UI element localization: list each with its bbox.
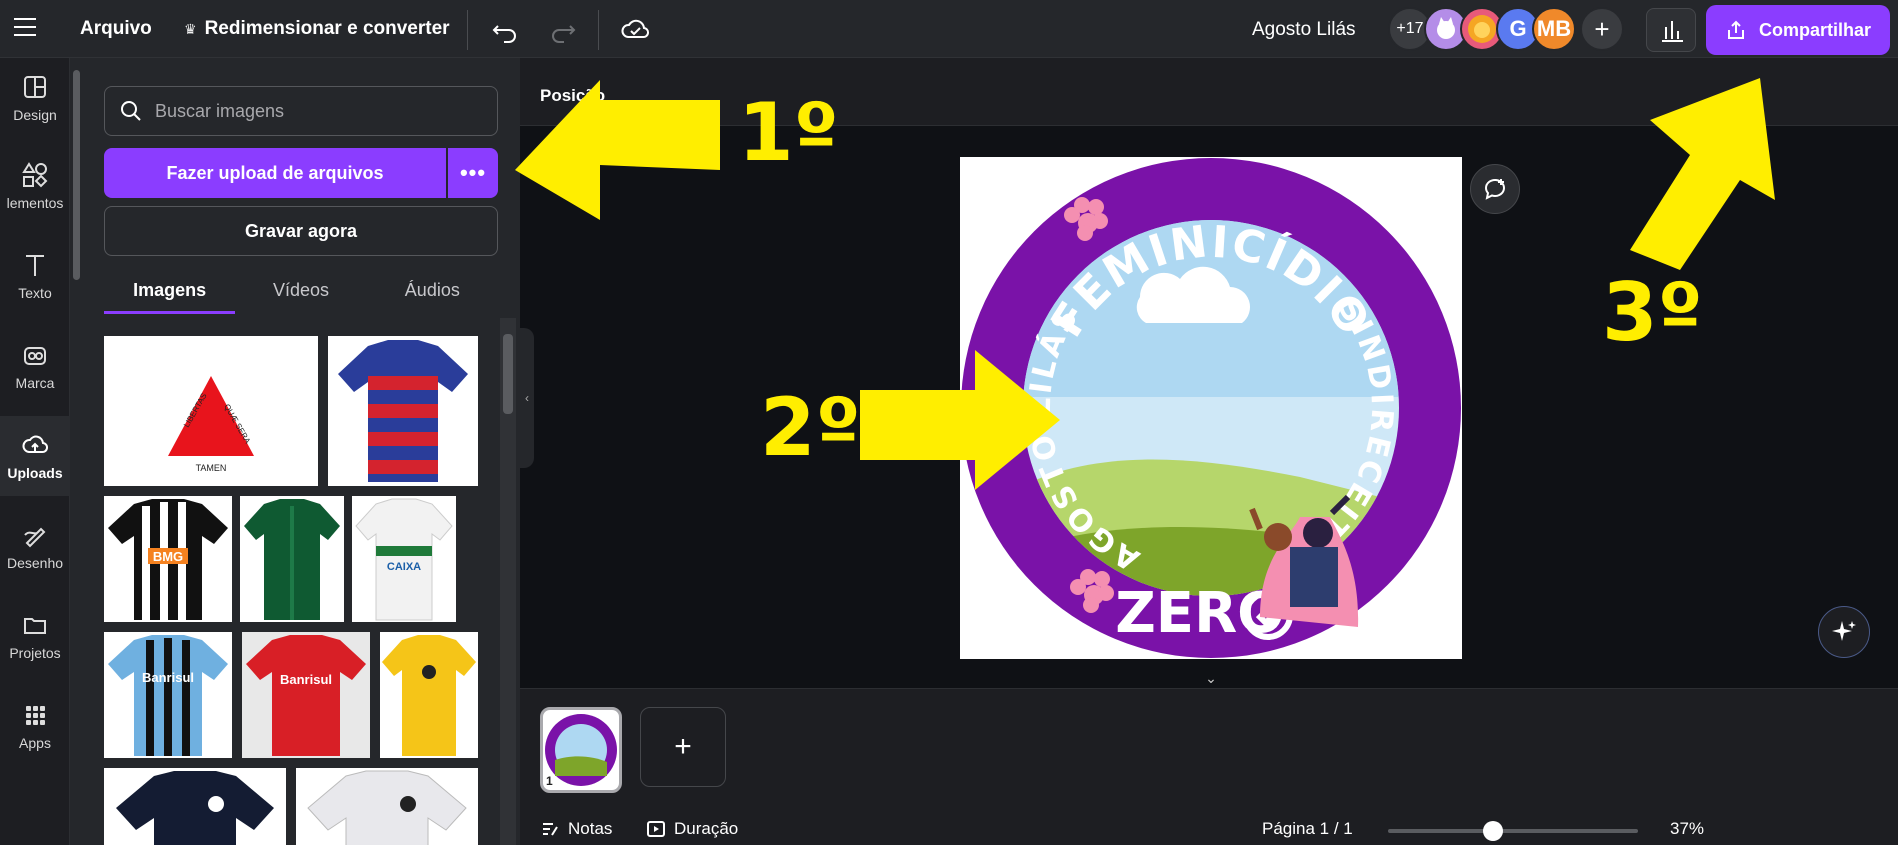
arrow-3 xyxy=(1630,78,1775,270)
arrow-1 xyxy=(515,80,720,220)
annotation-2-text: 2º xyxy=(760,381,861,474)
annotation-1-text: 1º xyxy=(738,86,839,179)
annotation-layer: 1º 2º 3º xyxy=(515,78,1775,490)
canva-editor: Arquivo ♛ Redimensionar e converter Agos… xyxy=(0,0,1898,845)
arrow-2 xyxy=(860,350,1060,490)
annotation-3-text: 3º xyxy=(1602,266,1703,359)
